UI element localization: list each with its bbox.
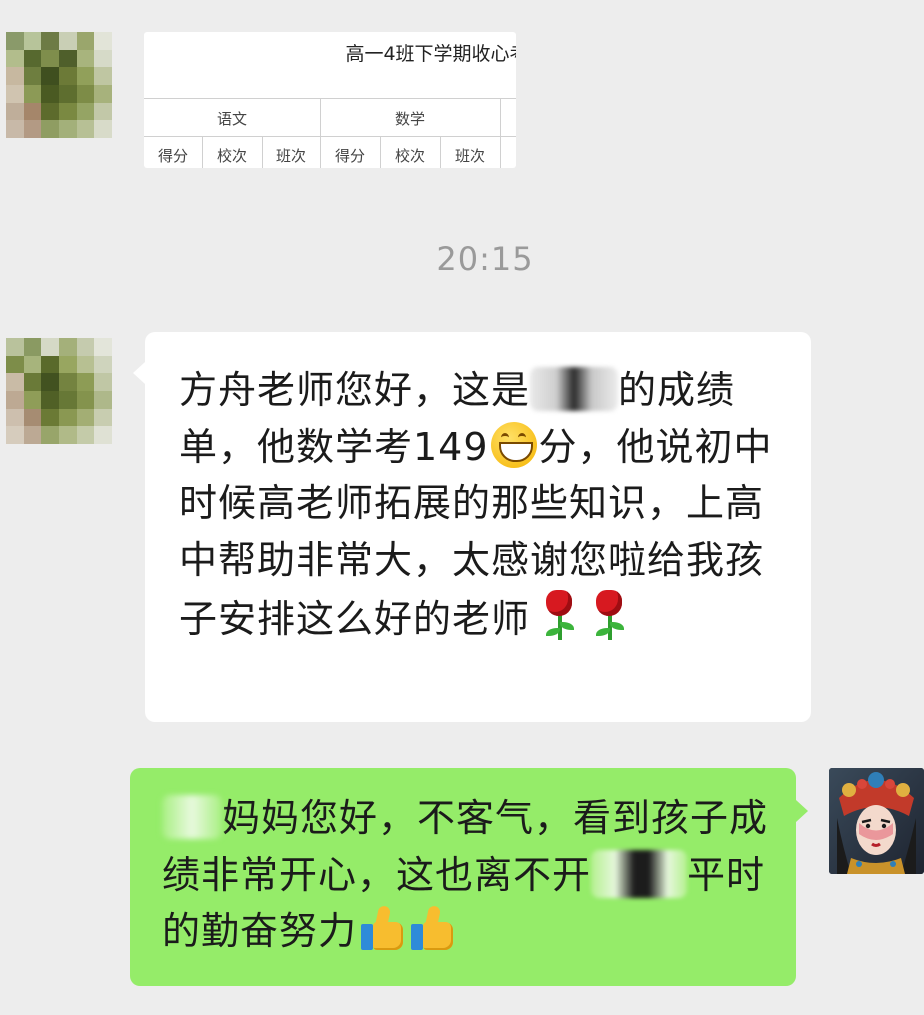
redacted-name-blur [530,367,619,411]
column-header: 校次 [216,147,247,165]
pixelated-avatar-image [6,338,112,444]
message-timestamp: 20:15 [436,240,534,278]
rose-emoji [590,588,630,642]
redacted-name-blur [162,795,222,839]
group-header-math: 数学 [394,110,425,128]
column-header: 得分 [157,147,188,165]
group-header-chinese: 语文 [216,110,247,128]
incoming-message-bubble[interactable]: 方舟老师您好，这是 的成绩单，他数学考149 分，他说初中时候高老师拓展的那些知识，… [133,332,811,722]
rose-emoji [540,588,580,642]
own-avatar[interactable] [829,768,924,874]
thumbs-up-emoji [361,904,407,952]
sender-avatar[interactable] [6,338,112,444]
opera-portrait-image [829,768,924,874]
column-header: 校次 [394,147,425,165]
outgoing-message-bubble[interactable]: 妈妈您好，不客气，看到孩子成绩非常开心，这也离不开 平时的勤奋努力 [130,768,808,986]
pixelated-avatar-image [6,32,112,138]
grinning-face-emoji [490,421,537,468]
redacted-name-blur [591,849,688,898]
score-sheet-image[interactable]: 高一4班下学期收心考成 语文 数学 得分 校次 班次 得分 校次 班次 101 … [144,32,516,168]
thumbs-up-emoji [411,904,457,952]
message-text-segment: 方舟老师您好，这是 [179,368,531,412]
sender-avatar[interactable] [6,32,112,138]
column-header: 班次 [454,147,485,165]
score-sheet-title: 高一4班下学期收心考成 [345,43,516,65]
column-header: 得分 [334,147,365,165]
outgoing-message-text: 妈妈您好，不客气，看到孩子成绩非常开心，这也离不开 平时的勤奋努力 [162,790,782,960]
incoming-message-text: 方舟老师您好，这是 的成绩单，他数学考149 分，他说初中时候高老师拓展的那些知识，… [179,362,789,648]
column-header: 班次 [275,147,306,165]
